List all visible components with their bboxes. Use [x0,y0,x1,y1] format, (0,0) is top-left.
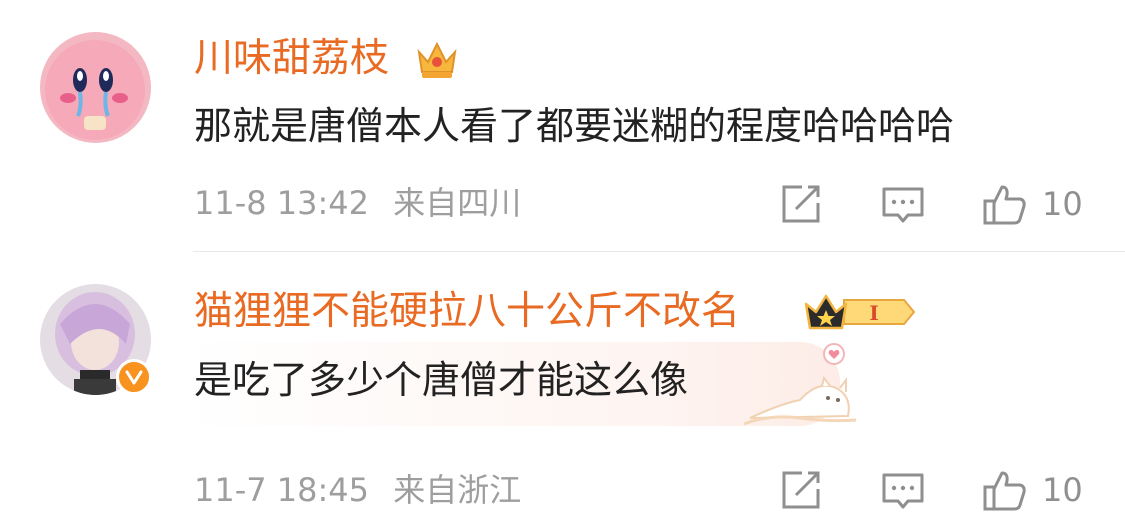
kirby-avatar-icon [40,32,151,143]
comment-location: 来自浙江 [393,471,522,509]
comment-item: 川味甜荔枝 那就是唐僧本人看了都要迷糊的程度哈哈哈哈 11-8 13:42 来自… [0,0,1125,250]
like-count: 10 [1042,185,1083,223]
comment-text: 那就是唐僧本人看了都要迷糊的程度哈哈哈哈 [194,104,955,148]
thumbs-up-icon [983,185,1026,225]
verified-badge-icon [116,359,152,395]
like-count: 10 [1042,471,1083,509]
reply-button[interactable] [880,466,926,514]
like-button[interactable]: 10 [982,180,1083,228]
comment-location: 来自四川 [393,184,522,222]
comment-time: 11-7 18:45 [194,471,370,509]
like-button[interactable]: 10 [982,466,1083,514]
share-icon [782,471,820,509]
cat-sticker-icon [740,340,858,430]
crown-level-badge-icon: I [804,290,918,338]
username[interactable]: 川味甜荔枝 [194,35,389,83]
comment-text: 是吃了多少个唐僧才能这么像 [194,358,689,402]
comment-item: 猫狸狸不能硬拉八十公斤不改名 I 是吃了多少个唐僧才能这么像 11-7 18:4… [0,252,1125,523]
thumbs-up-icon [983,471,1026,511]
comment-meta: 11-8 13:42 来自四川 [194,183,521,223]
username[interactable]: 猫狸狸不能硬拉八十公斤不改名 [194,288,740,336]
comment-icon [882,473,924,509]
comment-icon [882,187,924,223]
crown-badge-icon [414,36,460,86]
share-button[interactable] [778,466,824,514]
comment-meta: 11-7 18:45 来自浙江 [194,470,521,510]
avatar[interactable] [40,32,151,143]
reply-button[interactable] [880,180,926,228]
comment-time: 11-8 13:42 [194,184,370,222]
badge-level: I [869,301,878,325]
share-icon [782,185,820,223]
share-button[interactable] [778,180,824,228]
